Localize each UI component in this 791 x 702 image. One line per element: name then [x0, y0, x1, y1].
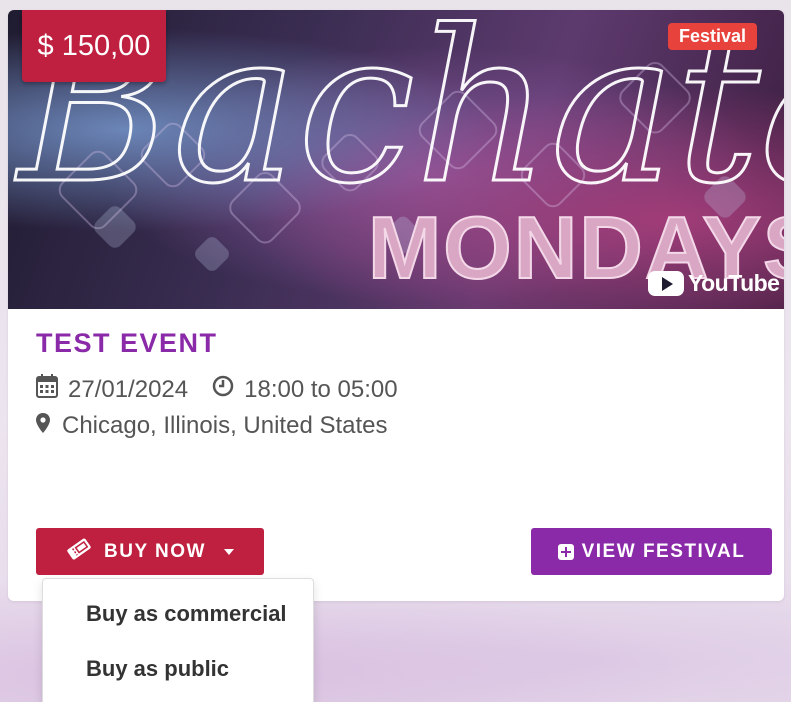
price-value: $ 150,00	[37, 29, 151, 62]
event-title[interactable]: TEST EVENT	[36, 328, 218, 359]
map-marker-icon	[36, 412, 50, 440]
ticket-icon	[66, 537, 92, 567]
plus-square-icon	[557, 543, 574, 560]
buy-as-public-option[interactable]: Buy as public	[86, 656, 229, 682]
caret-down-icon	[223, 548, 234, 555]
youtube-play-icon	[648, 271, 684, 296]
category-label: Festival	[678, 26, 747, 46]
event-location-text: Chicago, Illinois, United States	[62, 412, 388, 439]
buy-now-button[interactable]: BUY NOW	[36, 528, 264, 575]
buy-as-commercial-option[interactable]: Buy as commercial	[86, 601, 287, 627]
clock-icon	[212, 375, 234, 404]
view-festival-button[interactable]: VIEW FESTIVAL	[531, 528, 772, 575]
category-badge: Festival	[668, 23, 757, 50]
price-tag: $ 150,00	[22, 10, 166, 82]
event-datetime: 27/01/2024 18:00 to 05:00	[36, 374, 398, 405]
event-banner-image[interactable]: Bachata MONDAYS $ 150,00 Festival YouTub…	[8, 10, 784, 309]
buy-options-dropdown: Buy as commercial Buy as public	[42, 578, 314, 702]
youtube-watermark: YouTube	[648, 270, 780, 297]
event-time: 18:00 to 05:00	[244, 375, 398, 403]
view-festival-label: VIEW FESTIVAL	[581, 540, 746, 562]
event-location: Chicago, Illinois, United States	[36, 412, 388, 440]
event-card: Bachata MONDAYS $ 150,00 Festival YouTub…	[8, 10, 784, 601]
event-date: 27/01/2024	[68, 375, 189, 403]
calendar-icon	[36, 374, 58, 405]
youtube-watermark-label: YouTube	[688, 270, 780, 296]
buy-now-label: BUY NOW	[104, 540, 206, 562]
